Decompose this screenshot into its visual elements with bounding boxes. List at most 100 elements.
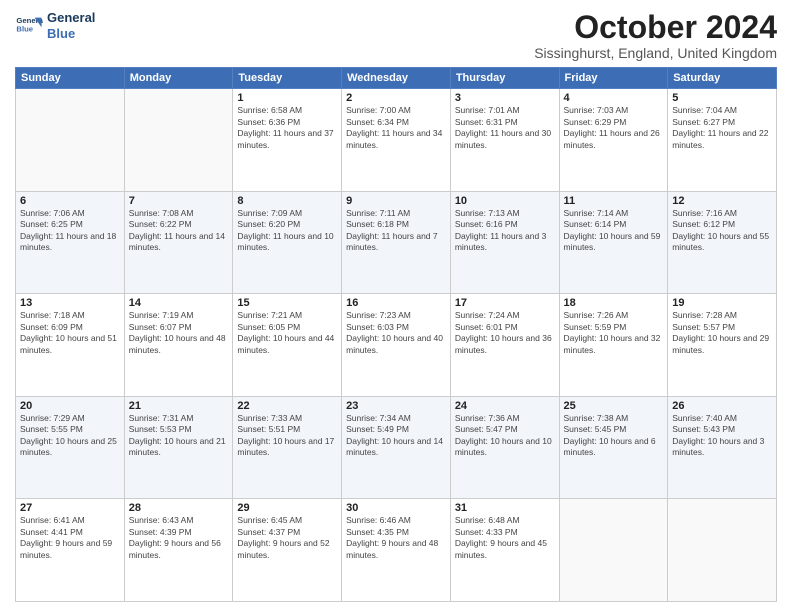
subtitle: Sissinghurst, England, United Kingdom	[534, 45, 777, 61]
day-info: Sunrise: 7:09 AM Sunset: 6:20 PM Dayligh…	[237, 208, 337, 254]
calendar-day-header: Tuesday	[233, 68, 342, 89]
calendar-day-cell: 20Sunrise: 7:29 AM Sunset: 5:55 PM Dayli…	[16, 396, 125, 499]
day-number: 6	[20, 195, 120, 207]
calendar-week-row: 1Sunrise: 6:58 AM Sunset: 6:36 PM Daylig…	[16, 89, 777, 192]
day-info: Sunrise: 7:04 AM Sunset: 6:27 PM Dayligh…	[672, 105, 772, 151]
day-number: 16	[346, 297, 446, 309]
day-info: Sunrise: 7:11 AM Sunset: 6:18 PM Dayligh…	[346, 208, 446, 254]
day-number: 8	[237, 195, 337, 207]
day-number: 22	[237, 400, 337, 412]
calendar-day-header: Thursday	[450, 68, 559, 89]
day-number: 27	[20, 502, 120, 514]
calendar-day-cell: 15Sunrise: 7:21 AM Sunset: 6:05 PM Dayli…	[233, 294, 342, 397]
calendar-day-cell: 9Sunrise: 7:11 AM Sunset: 6:18 PM Daylig…	[342, 191, 451, 294]
calendar-day-cell: 4Sunrise: 7:03 AM Sunset: 6:29 PM Daylig…	[559, 89, 668, 192]
svg-text:Blue: Blue	[16, 24, 33, 33]
day-info: Sunrise: 7:23 AM Sunset: 6:03 PM Dayligh…	[346, 310, 446, 356]
day-info: Sunrise: 6:45 AM Sunset: 4:37 PM Dayligh…	[237, 515, 337, 561]
day-info: Sunrise: 7:19 AM Sunset: 6:07 PM Dayligh…	[129, 310, 229, 356]
day-number: 26	[672, 400, 772, 412]
calendar-day-cell	[124, 89, 233, 192]
calendar-day-cell: 5Sunrise: 7:04 AM Sunset: 6:27 PM Daylig…	[668, 89, 777, 192]
calendar-day-cell: 11Sunrise: 7:14 AM Sunset: 6:14 PM Dayli…	[559, 191, 668, 294]
calendar-day-cell: 30Sunrise: 6:46 AM Sunset: 4:35 PM Dayli…	[342, 499, 451, 602]
calendar-day-cell: 18Sunrise: 7:26 AM Sunset: 5:59 PM Dayli…	[559, 294, 668, 397]
calendar-day-header: Friday	[559, 68, 668, 89]
day-info: Sunrise: 7:40 AM Sunset: 5:43 PM Dayligh…	[672, 413, 772, 459]
calendar-day-header: Saturday	[668, 68, 777, 89]
day-number: 29	[237, 502, 337, 514]
day-number: 18	[564, 297, 664, 309]
day-number: 24	[455, 400, 555, 412]
calendar-day-cell: 6Sunrise: 7:06 AM Sunset: 6:25 PM Daylig…	[16, 191, 125, 294]
day-info: Sunrise: 6:41 AM Sunset: 4:41 PM Dayligh…	[20, 515, 120, 561]
day-info: Sunrise: 7:06 AM Sunset: 6:25 PM Dayligh…	[20, 208, 120, 254]
day-info: Sunrise: 6:46 AM Sunset: 4:35 PM Dayligh…	[346, 515, 446, 561]
day-info: Sunrise: 6:43 AM Sunset: 4:39 PM Dayligh…	[129, 515, 229, 561]
day-info: Sunrise: 7:33 AM Sunset: 5:51 PM Dayligh…	[237, 413, 337, 459]
day-number: 5	[672, 92, 772, 104]
calendar-day-cell: 26Sunrise: 7:40 AM Sunset: 5:43 PM Dayli…	[668, 396, 777, 499]
calendar-day-cell: 16Sunrise: 7:23 AM Sunset: 6:03 PM Dayli…	[342, 294, 451, 397]
day-info: Sunrise: 7:38 AM Sunset: 5:45 PM Dayligh…	[564, 413, 664, 459]
page: General Blue GeneralBlue October 2024 Si…	[0, 0, 792, 612]
day-info: Sunrise: 7:21 AM Sunset: 6:05 PM Dayligh…	[237, 310, 337, 356]
calendar-day-header: Sunday	[16, 68, 125, 89]
calendar-day-cell	[559, 499, 668, 602]
calendar-day-cell: 31Sunrise: 6:48 AM Sunset: 4:33 PM Dayli…	[450, 499, 559, 602]
day-number: 14	[129, 297, 229, 309]
day-info: Sunrise: 7:08 AM Sunset: 6:22 PM Dayligh…	[129, 208, 229, 254]
day-number: 2	[346, 92, 446, 104]
day-number: 10	[455, 195, 555, 207]
calendar-day-cell: 25Sunrise: 7:38 AM Sunset: 5:45 PM Dayli…	[559, 396, 668, 499]
day-info: Sunrise: 7:26 AM Sunset: 5:59 PM Dayligh…	[564, 310, 664, 356]
calendar-day-cell: 28Sunrise: 6:43 AM Sunset: 4:39 PM Dayli…	[124, 499, 233, 602]
calendar-day-cell: 24Sunrise: 7:36 AM Sunset: 5:47 PM Dayli…	[450, 396, 559, 499]
day-info: Sunrise: 7:14 AM Sunset: 6:14 PM Dayligh…	[564, 208, 664, 254]
logo-icon: General Blue	[15, 12, 43, 40]
day-number: 3	[455, 92, 555, 104]
day-number: 30	[346, 502, 446, 514]
day-info: Sunrise: 7:34 AM Sunset: 5:49 PM Dayligh…	[346, 413, 446, 459]
calendar-day-cell: 10Sunrise: 7:13 AM Sunset: 6:16 PM Dayli…	[450, 191, 559, 294]
calendar-day-header: Wednesday	[342, 68, 451, 89]
day-number: 13	[20, 297, 120, 309]
day-number: 12	[672, 195, 772, 207]
day-info: Sunrise: 7:00 AM Sunset: 6:34 PM Dayligh…	[346, 105, 446, 151]
calendar-day-cell: 12Sunrise: 7:16 AM Sunset: 6:12 PM Dayli…	[668, 191, 777, 294]
calendar-day-cell: 3Sunrise: 7:01 AM Sunset: 6:31 PM Daylig…	[450, 89, 559, 192]
calendar-day-cell: 21Sunrise: 7:31 AM Sunset: 5:53 PM Dayli…	[124, 396, 233, 499]
day-info: Sunrise: 7:24 AM Sunset: 6:01 PM Dayligh…	[455, 310, 555, 356]
calendar-day-cell: 14Sunrise: 7:19 AM Sunset: 6:07 PM Dayli…	[124, 294, 233, 397]
day-info: Sunrise: 6:58 AM Sunset: 6:36 PM Dayligh…	[237, 105, 337, 151]
day-number: 23	[346, 400, 446, 412]
day-number: 21	[129, 400, 229, 412]
calendar-day-cell: 27Sunrise: 6:41 AM Sunset: 4:41 PM Dayli…	[16, 499, 125, 602]
header: General Blue GeneralBlue October 2024 Si…	[15, 10, 777, 61]
calendar-day-cell: 13Sunrise: 7:18 AM Sunset: 6:09 PM Dayli…	[16, 294, 125, 397]
day-number: 11	[564, 195, 664, 207]
calendar-day-cell	[16, 89, 125, 192]
calendar-day-cell: 23Sunrise: 7:34 AM Sunset: 5:49 PM Dayli…	[342, 396, 451, 499]
logo-text: GeneralBlue	[47, 10, 95, 41]
calendar-day-cell: 1Sunrise: 6:58 AM Sunset: 6:36 PM Daylig…	[233, 89, 342, 192]
day-number: 17	[455, 297, 555, 309]
day-info: Sunrise: 7:31 AM Sunset: 5:53 PM Dayligh…	[129, 413, 229, 459]
calendar-day-cell: 29Sunrise: 6:45 AM Sunset: 4:37 PM Dayli…	[233, 499, 342, 602]
title-section: October 2024 Sissinghurst, England, Unit…	[534, 10, 777, 61]
calendar-week-row: 27Sunrise: 6:41 AM Sunset: 4:41 PM Dayli…	[16, 499, 777, 602]
day-info: Sunrise: 7:16 AM Sunset: 6:12 PM Dayligh…	[672, 208, 772, 254]
logo: General Blue GeneralBlue	[15, 10, 95, 41]
day-number: 25	[564, 400, 664, 412]
day-number: 31	[455, 502, 555, 514]
day-number: 15	[237, 297, 337, 309]
day-info: Sunrise: 7:29 AM Sunset: 5:55 PM Dayligh…	[20, 413, 120, 459]
calendar-day-cell	[668, 499, 777, 602]
calendar-week-row: 20Sunrise: 7:29 AM Sunset: 5:55 PM Dayli…	[16, 396, 777, 499]
calendar-day-cell: 7Sunrise: 7:08 AM Sunset: 6:22 PM Daylig…	[124, 191, 233, 294]
calendar-table: SundayMondayTuesdayWednesdayThursdayFrid…	[15, 67, 777, 602]
day-number: 19	[672, 297, 772, 309]
day-number: 9	[346, 195, 446, 207]
day-number: 4	[564, 92, 664, 104]
day-number: 1	[237, 92, 337, 104]
